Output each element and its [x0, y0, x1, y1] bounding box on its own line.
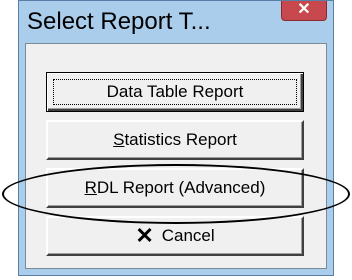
statistics-report-label: Statistics Report [113, 130, 237, 149]
select-report-dialog: Select Report T... ✕ Data Table Report S… [18, 0, 334, 276]
dialog-title: Select Report T... [27, 8, 211, 35]
data-table-report-button[interactable]: Data Table Report [46, 72, 304, 112]
cancel-label: Cancel [161, 226, 215, 245]
title-bar[interactable]: Select Report T... ✕ [19, 1, 333, 41]
close-icon: ✕ [297, 1, 311, 18]
screenshot-stage: Select Report T... ✕ Data Table Report S… [0, 0, 352, 280]
data-table-report-label: Data Table Report [106, 82, 244, 101]
close-button[interactable]: ✕ [281, 1, 327, 21]
rdl-report-advanced-button[interactable]: RDL Report (Advanced) [46, 168, 304, 208]
close-x-icon: ✕ [135, 223, 154, 248]
statistics-report-button[interactable]: Statistics Report [46, 120, 304, 160]
rdl-report-label: RDL Report (Advanced) [84, 178, 266, 197]
cancel-button[interactable]: ✕ Cancel [46, 216, 304, 256]
dialog-client-area: Data Table Report Statistics Report RDL … [25, 43, 327, 269]
